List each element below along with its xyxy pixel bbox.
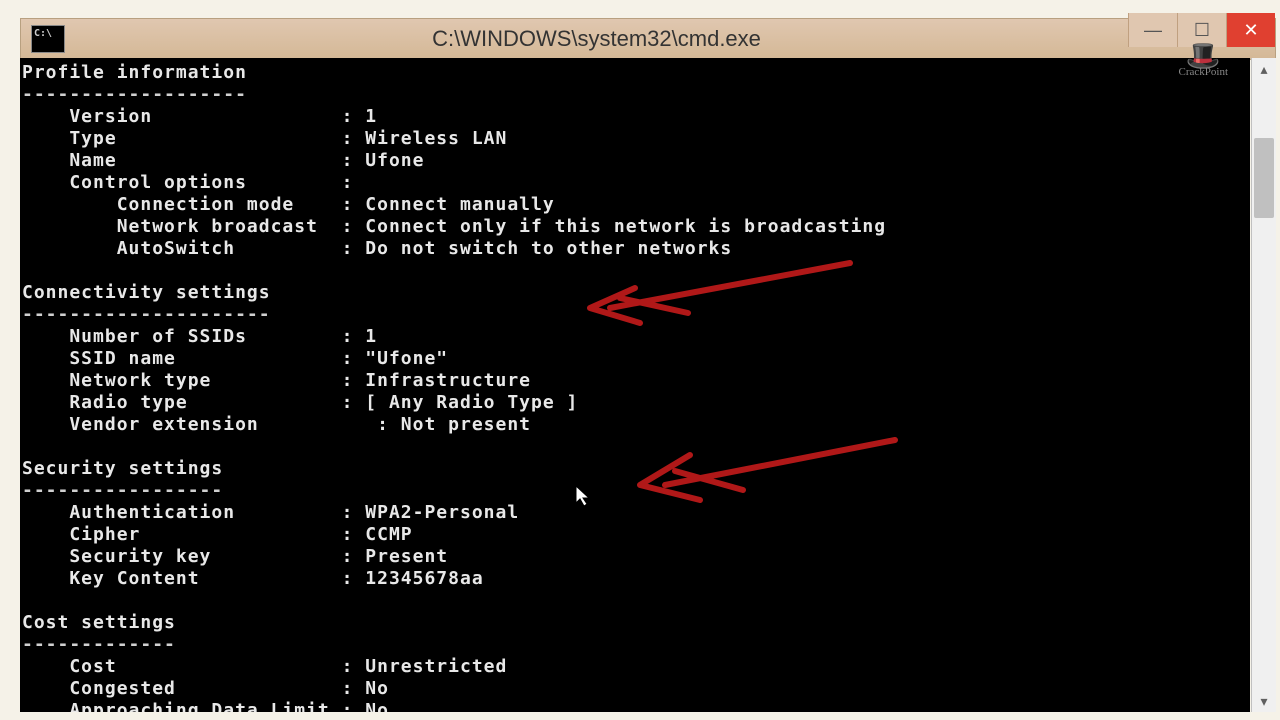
watermark-text: CrackPoint	[1179, 66, 1229, 78]
terminal-text: Profile information ------------------- …	[20, 58, 1250, 712]
hat-icon: 🎩	[1179, 48, 1229, 66]
screen: C:\WINDOWS\system32\cmd.exe — ☐ ✕ Profil…	[0, 0, 1280, 720]
terminal-output[interactable]: Profile information ------------------- …	[20, 58, 1250, 712]
scroll-thumb[interactable]	[1254, 138, 1274, 218]
watermark-badge: 🎩 CrackPoint	[1179, 48, 1229, 78]
cmd-icon	[31, 25, 65, 53]
scroll-up-icon[interactable]: ▴	[1252, 58, 1276, 80]
mouse-cursor-icon	[575, 485, 593, 507]
scroll-down-icon[interactable]: ▾	[1252, 690, 1276, 712]
minimize-button[interactable]: —	[1128, 13, 1177, 47]
vertical-scrollbar[interactable]: ▴ ▾	[1251, 58, 1276, 712]
close-button[interactable]: ✕	[1226, 13, 1275, 47]
window-title: C:\WINDOWS\system32\cmd.exe	[65, 26, 1128, 52]
window-titlebar[interactable]: C:\WINDOWS\system32\cmd.exe — ☐ ✕	[20, 18, 1276, 60]
